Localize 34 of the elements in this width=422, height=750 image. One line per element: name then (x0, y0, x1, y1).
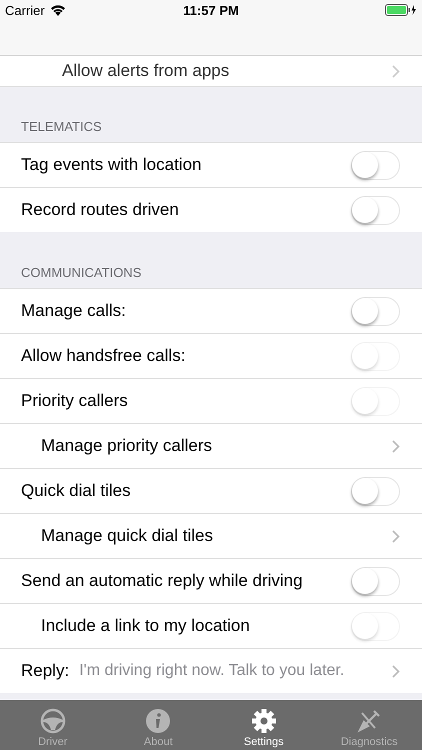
toggle-switch[interactable] (351, 296, 400, 326)
row-label: Allow alerts from apps (62, 61, 230, 81)
row-label: Priority callers (21, 391, 129, 411)
toggle-switch[interactable] (351, 150, 400, 180)
section-header: TELEMATICS (21, 119, 102, 134)
tab-item[interactable]: About (106, 700, 211, 750)
chevron-icon (392, 440, 400, 452)
row-label: Quick dial tiles (21, 481, 132, 501)
battery-icon (385, 4, 417, 16)
row-label: Allow handsfree calls: (21, 346, 186, 366)
chevron-icon (392, 664, 400, 678)
row-label: Tag events with location (21, 155, 202, 175)
toggle-switch[interactable] (351, 566, 400, 596)
row-label: Include a link to my location (41, 616, 251, 636)
info-icon (145, 708, 172, 734)
steering-wheel-icon (40, 708, 66, 734)
tab-item[interactable]: Diagnostics (316, 700, 422, 750)
tab-item[interactable]: Settings (211, 700, 316, 750)
chevron-icon (392, 530, 400, 542)
row-label: Manage calls: (21, 301, 127, 321)
reply-message[interactable]: I'm driving right now. Talk to you later. (79, 662, 378, 680)
section-header: COMMUNICATIONS (21, 265, 142, 280)
row-label: Send an automatic reply while driving (21, 571, 304, 591)
wifi-icon (50, 4, 66, 16)
clock-time: 11:57 PM (183, 2, 239, 18)
carrier-name: Carrier (5, 2, 45, 18)
toggle-switch[interactable] (351, 476, 400, 506)
row-label: Record routes driven (21, 200, 180, 220)
gear-icon (250, 708, 277, 734)
tab-item[interactable]: Driver (0, 700, 106, 750)
chevron-icon (392, 64, 400, 78)
row-label: Reply: (21, 661, 70, 681)
shovel-icon (356, 708, 382, 734)
toggle-switch[interactable] (351, 196, 400, 224)
